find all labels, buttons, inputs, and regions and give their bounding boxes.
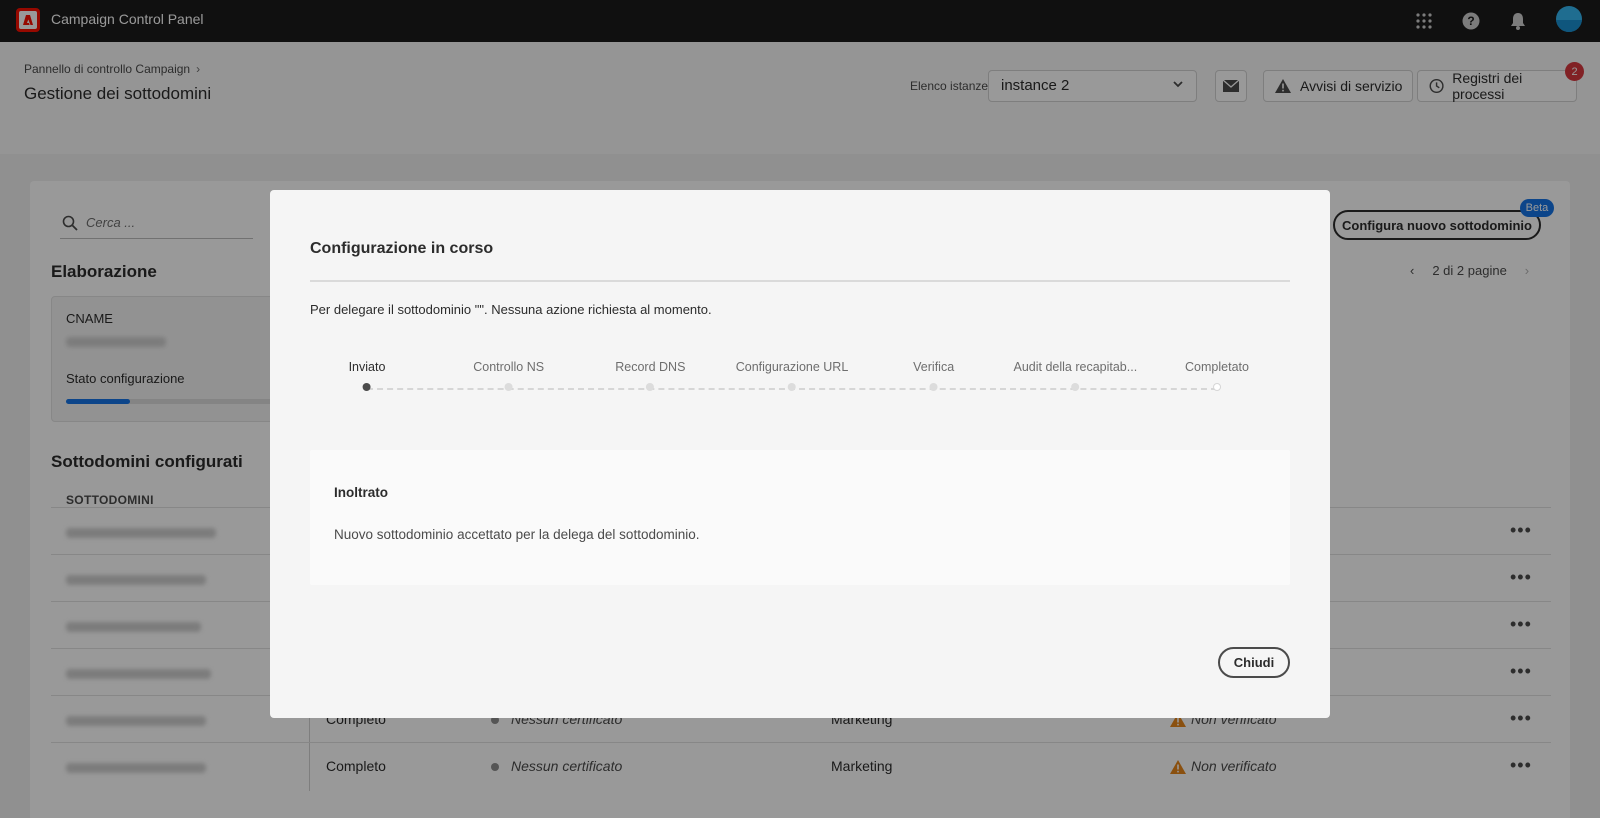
- step-label: Inviato: [348, 360, 386, 374]
- step-dot: [363, 383, 371, 391]
- step-3: Configurazione URL: [735, 360, 849, 391]
- step-4: Verifica: [913, 360, 954, 391]
- step-1: Controllo NS: [473, 360, 544, 391]
- step-6: Completato: [1185, 360, 1249, 391]
- close-button[interactable]: Chiudi: [1218, 647, 1290, 678]
- step-dot: [788, 383, 796, 391]
- step-label: Completato: [1185, 360, 1249, 374]
- step-label: Verifica: [913, 360, 955, 374]
- step-2: Record DNS: [615, 360, 685, 391]
- step-dot: [504, 383, 513, 391]
- modal-divider: [310, 280, 1290, 282]
- step-label: Configurazione URL: [735, 360, 849, 374]
- step-5: Audit della recapitab...: [1013, 360, 1137, 391]
- step-dot: [1213, 383, 1221, 391]
- modal-description: Per delegare il sottodominio "". Nessuna…: [310, 302, 712, 317]
- progress-stepper: Inviato Controllo NS Record DNS Configurazi…: [310, 360, 1290, 400]
- step-label: Record DNS: [615, 360, 686, 374]
- step-dot: [1071, 383, 1080, 391]
- status-text: Nuovo sottodominio accettato per la dele…: [334, 527, 700, 542]
- step-label: Controllo NS: [473, 360, 545, 374]
- step-0: Inviato: [348, 360, 386, 391]
- status-info-box: Inoltrato Nuovo sottodominio accettato p…: [310, 450, 1290, 585]
- configuration-modal: Configurazione in corso Per delegare il …: [270, 190, 1330, 718]
- status-title: Inoltrato: [334, 485, 388, 500]
- step-dot: [929, 383, 938, 391]
- step-label: Audit della recapitab...: [1013, 360, 1138, 374]
- modal-title: Configurazione in corso: [310, 240, 494, 257]
- step-dot: [646, 383, 655, 391]
